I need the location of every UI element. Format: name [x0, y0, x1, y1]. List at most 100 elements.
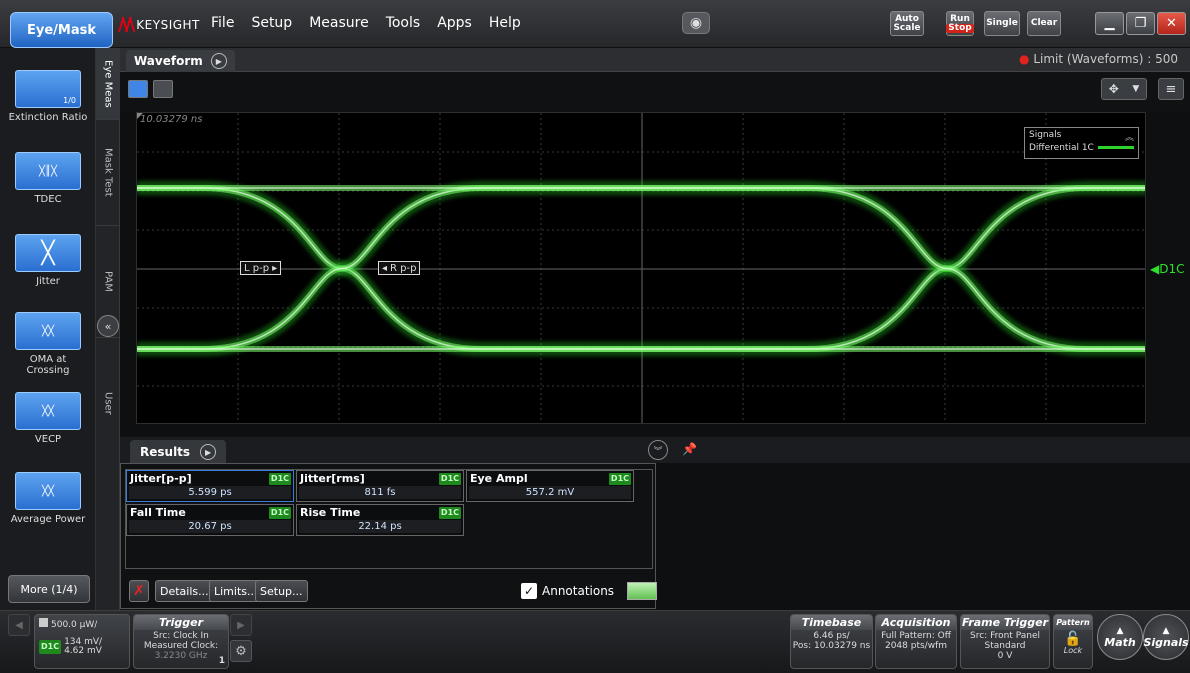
- extinction-ratio-button[interactable]: 1/0 Extinction Ratio: [6, 70, 90, 123]
- frame-trigger-panel[interactable]: Frame Trigger Src: Front Panel Standard …: [960, 614, 1050, 669]
- clear-button[interactable]: Clear: [1027, 11, 1061, 36]
- result-value: 5.599 ps: [129, 486, 291, 499]
- extinction-ratio-icon: 1/0: [15, 70, 81, 108]
- acquisition-title: Acquisition: [876, 615, 956, 630]
- results-tab[interactable]: Results ▶: [130, 440, 227, 464]
- single-grid-view-button[interactable]: [128, 80, 148, 98]
- menu-bar: File Setup Measure Tools Apps Help: [211, 15, 521, 31]
- oma-crossing-icon: ╳╳: [15, 312, 81, 350]
- channel-badge: D1C: [438, 473, 461, 485]
- math-button[interactable]: ▲ Math: [1097, 614, 1143, 660]
- play-icon[interactable]: ▶: [210, 53, 227, 69]
- timebase-panel[interactable]: Timebase 6.46 ps/ Pos: 10.03279 ns: [790, 614, 873, 669]
- lock-icon: 🔓: [1064, 631, 1082, 647]
- signals-button[interactable]: ▲ Signals: [1143, 614, 1189, 660]
- menu-file[interactable]: File: [211, 15, 234, 31]
- more-measurements-button[interactable]: More (1/4): [8, 575, 90, 603]
- trigger-clock-value: 3.2230 GHz: [154, 651, 208, 661]
- tab-mask-test[interactable]: Mask Test: [96, 120, 120, 226]
- annotations-toggle[interactable]: ✓ Annotations: [521, 582, 658, 600]
- stop-label: Stop: [946, 22, 974, 33]
- collapse-up-icon[interactable]: ︽: [1125, 130, 1134, 143]
- oma-crossing-button[interactable]: ╳╳ OMA at Crossing: [6, 312, 90, 376]
- annotations-label: Annotations: [542, 584, 615, 598]
- tab-user[interactable]: User: [96, 338, 120, 428]
- results-grid: Jitter[p-p] D1C 5.599 ps Jitter[rms] D1C…: [125, 469, 653, 569]
- channel-badge: D1C: [268, 473, 291, 485]
- tdec-label: TDEC: [34, 194, 62, 205]
- menu-tools[interactable]: Tools: [386, 15, 421, 31]
- signals-label: Signals: [1143, 635, 1189, 649]
- close-icon: ✕: [1166, 16, 1177, 31]
- channel-d1c-marker[interactable]: ◀D1C: [1150, 262, 1185, 276]
- pattern-lock-panel[interactable]: Pattern 🔓 Lock: [1053, 614, 1093, 669]
- pattern-title: Pattern: [1054, 615, 1092, 630]
- channel-d1c-label: D1C: [1159, 262, 1185, 276]
- results-play-icon[interactable]: ▶: [200, 444, 217, 460]
- arrow-left-icon: ◀: [15, 619, 23, 631]
- waveform-tab[interactable]: Waveform ▶: [126, 50, 235, 72]
- single-button[interactable]: Single: [984, 11, 1020, 36]
- channel-badge: D1C: [268, 507, 291, 519]
- result-eye-ampl[interactable]: Eye Ampl D1C 557.2 mV: [466, 470, 634, 502]
- waveform-menu-button[interactable]: ≡: [1158, 78, 1184, 100]
- pan-zoom-button[interactable]: ✥ ▼: [1101, 78, 1147, 100]
- result-fall-time[interactable]: Fall Time D1C 20.67 ps: [126, 504, 294, 536]
- jitter-button[interactable]: ╳ Jitter: [6, 234, 90, 287]
- details-button[interactable]: Details...: [155, 580, 214, 602]
- menu-help[interactable]: Help: [489, 15, 521, 31]
- acquisition-panel[interactable]: Acquisition Full Pattern: Off 2048 pts/w…: [875, 614, 957, 669]
- collapse-sidebar-button[interactable]: «: [97, 315, 119, 337]
- average-power-button[interactable]: ╳╳ Average Power: [6, 472, 90, 525]
- result-jitter-rms[interactable]: Jitter[rms] D1C 811 fs: [296, 470, 464, 502]
- timebase-title: Timebase: [791, 615, 872, 630]
- setup-button[interactable]: Setup...: [255, 580, 308, 602]
- menu-setup[interactable]: Setup: [251, 15, 292, 31]
- jitter-icon: ╳: [15, 234, 81, 272]
- result-name: Rise Time: [300, 506, 361, 519]
- close-window-button[interactable]: ✕: [1157, 12, 1186, 35]
- expand-results-button[interactable]: ︾: [648, 440, 668, 460]
- result-jitter-pp[interactable]: Jitter[p-p] D1C 5.599 ps: [126, 470, 294, 502]
- channel-badge: D1C: [438, 507, 461, 519]
- marker-right-pp[interactable]: ◂ R p-p: [378, 261, 421, 275]
- channel-badge: D1C: [608, 473, 631, 485]
- acquisition-points: 2048 pts/wfm: [884, 641, 948, 651]
- timebase-scale: 6.46 ps/: [813, 631, 850, 641]
- annotations-color-swatch[interactable]: [627, 582, 658, 600]
- menu-measure[interactable]: Measure: [309, 15, 369, 31]
- channel-offset: 4.62 mV: [64, 646, 102, 656]
- trigger-settings-button[interactable]: ⚙: [230, 640, 252, 662]
- marker-left-pp[interactable]: L p-p ▸: [240, 261, 282, 275]
- minimize-window-button[interactable]: ▁: [1095, 12, 1124, 35]
- result-rise-time[interactable]: Rise Time D1C 22.14 ps: [296, 504, 464, 536]
- marker-left-label: L p-p: [244, 262, 270, 274]
- scope-display[interactable]: [136, 112, 1146, 424]
- run-stop-button[interactable]: Run Stop: [946, 11, 974, 36]
- menu-apps[interactable]: Apps: [437, 15, 472, 31]
- math-label: Math: [1104, 635, 1136, 649]
- vecp-label: VECP: [34, 434, 62, 445]
- dropdown-arrow-icon: ▼: [1132, 84, 1140, 94]
- brand-name: KEYSIGHT: [136, 17, 200, 32]
- pin-icon[interactable]: 📌: [682, 442, 697, 456]
- result-value: 20.67 ps: [129, 520, 291, 533]
- signals-legend[interactable]: Signals ︽ Differential 1C: [1024, 127, 1139, 159]
- vecp-button[interactable]: ╳╳ VECP: [6, 392, 90, 445]
- channel-panel[interactable]: 500.0 µW/ D1C 134 mV/4.62 mV: [34, 614, 130, 669]
- eye-mask-mode-button[interactable]: Eye/Mask: [10, 12, 113, 48]
- tab-mask-test-label: Mask Test: [102, 148, 114, 197]
- delete-measurement-button[interactable]: ✗: [129, 580, 149, 602]
- channel-scale: 500.0 µW/: [51, 620, 98, 630]
- trigger-panel[interactable]: Trigger Src: Clock In Measured Clock: 3.…: [133, 614, 229, 669]
- multi-grid-view-button[interactable]: [153, 80, 173, 98]
- scroll-right-button[interactable]: ▶: [230, 614, 252, 636]
- auto-scale-button[interactable]: Auto Scale: [890, 11, 924, 36]
- tdec-button[interactable]: ╳║╳ TDEC: [6, 152, 90, 205]
- screenshot-camera-button[interactable]: ◉: [682, 12, 710, 34]
- restore-window-button[interactable]: ❐: [1126, 12, 1155, 35]
- tab-eye-meas[interactable]: Eye Meas: [96, 48, 120, 120]
- annotations-checkbox[interactable]: ✓: [521, 583, 537, 599]
- legend-item-label: Differential 1C: [1029, 143, 1094, 153]
- scroll-left-button[interactable]: ◀: [8, 614, 30, 636]
